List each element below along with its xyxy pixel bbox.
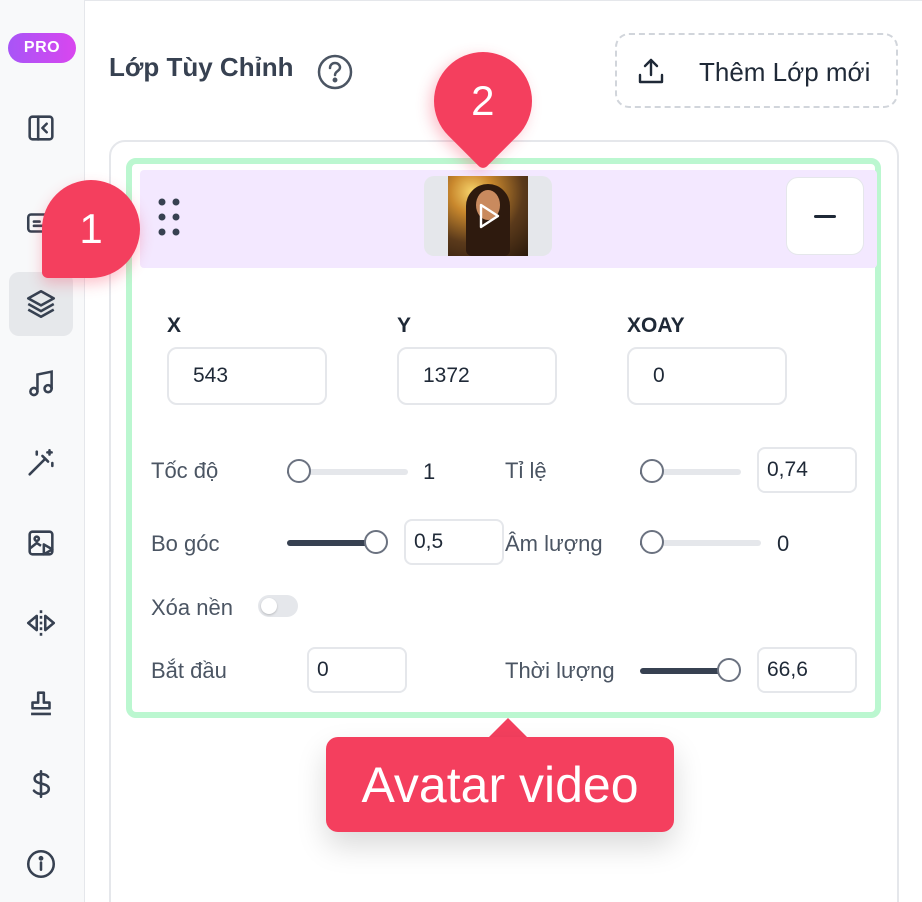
sidebar-item-layers[interactable] [9, 272, 73, 336]
sidebar-item-pricing[interactable] [9, 752, 73, 816]
remove-bg-toggle[interactable] [258, 595, 298, 617]
slider-fill [640, 668, 729, 674]
remove-layer-button[interactable] [786, 177, 864, 255]
page-title: Lớp Tùy Chỉnh [109, 52, 294, 82]
drag-handle-icon[interactable] [158, 198, 180, 236]
sidebar-item-flip[interactable] [9, 591, 73, 655]
speed-value: 1 [423, 459, 436, 484]
top-divider [85, 0, 922, 1]
callout-marker-1: 1 [42, 180, 140, 278]
sidebar-item-info[interactable] [9, 832, 73, 896]
duration-slider[interactable] [640, 658, 741, 682]
remove-bg-label: Xóa nền [151, 595, 233, 620]
volume-label: Âm lượng [505, 531, 603, 556]
layers-icon [26, 289, 56, 319]
minus-icon [814, 214, 836, 218]
sidebar-item-music[interactable] [9, 351, 73, 415]
sidebar-item-stamp[interactable] [9, 672, 73, 736]
radius-label: Bo góc [151, 531, 220, 556]
play-icon[interactable] [472, 200, 504, 232]
magic-wand-icon [28, 448, 54, 476]
slider-knob[interactable] [364, 530, 388, 554]
music-note-icon [29, 370, 53, 397]
info-icon [26, 849, 56, 879]
slider-knob[interactable] [640, 530, 664, 554]
scale-input[interactable]: 0,74 [757, 447, 857, 493]
app-root: PRO Lớp Tùy Chỉnh Thêm Lớp mới X 543 Y 1… [0, 0, 922, 902]
upload-icon [638, 58, 664, 84]
speed-slider[interactable] [287, 459, 408, 483]
scale-slider[interactable] [640, 459, 741, 483]
pro-badge[interactable]: PRO [8, 33, 76, 63]
start-input[interactable]: 0 [307, 647, 407, 693]
speed-label: Tốc độ [151, 458, 219, 483]
slider-fill [287, 540, 376, 546]
sidebar-collapse-icon [28, 115, 54, 141]
toggle-knob [261, 598, 277, 614]
callout-marker-1-label: 1 [79, 205, 103, 252]
sidebar-item-effects[interactable] [9, 431, 73, 495]
start-label: Bắt đầu [151, 658, 227, 683]
rotate-label: XOAY [627, 314, 685, 337]
duration-label: Thời lượng [505, 658, 615, 683]
scale-label: Tỉ lệ [505, 458, 547, 483]
volume-slider[interactable] [640, 530, 761, 554]
x-input[interactable]: 543 [167, 347, 327, 405]
avatar-video-tooltip: Avatar video [326, 737, 674, 832]
volume-value: 0 [777, 531, 790, 556]
radius-slider[interactable] [287, 530, 388, 554]
sidebar-item-media[interactable] [9, 511, 73, 575]
callout-marker-2-label: 2 [471, 76, 495, 124]
add-layer-button[interactable]: Thêm Lớp mới [615, 33, 898, 108]
rotate-input[interactable]: 0 [627, 347, 787, 405]
slider-knob[interactable] [717, 658, 741, 682]
duration-input[interactable]: 66,6 [757, 647, 857, 693]
dollar-icon [32, 769, 51, 799]
image-video-icon [28, 530, 54, 556]
tooltip-arrow [488, 718, 528, 738]
add-layer-label: Thêm Lớp mới [699, 57, 871, 87]
y-label: Y [397, 314, 412, 337]
sidebar: PRO [0, 0, 85, 902]
slider-knob[interactable] [640, 459, 664, 483]
stamp-icon [31, 691, 51, 716]
x-label: X [167, 314, 182, 337]
y-input[interactable]: 1372 [397, 347, 557, 405]
radius-input[interactable]: 0,5 [404, 519, 504, 565]
sidebar-collapse-button[interactable] [9, 96, 73, 160]
slider-knob[interactable] [287, 459, 311, 483]
help-icon[interactable] [316, 53, 354, 91]
flip-icon [26, 610, 56, 636]
